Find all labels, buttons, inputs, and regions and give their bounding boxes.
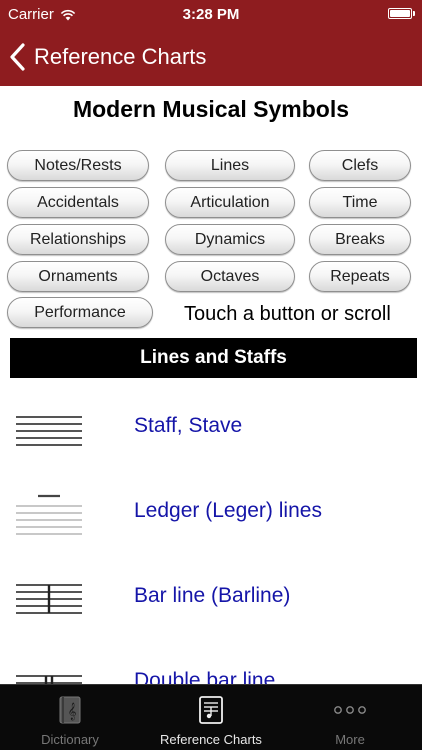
octaves-button[interactable]: Octaves bbox=[165, 261, 295, 292]
symbol-label: Double bar line bbox=[134, 668, 276, 685]
symbol-row-bar-line[interactable]: Bar line (Barline) bbox=[0, 553, 422, 638]
more-dots-icon bbox=[334, 706, 366, 714]
page-title: Modern Musical Symbols bbox=[72, 96, 350, 122]
bar-line-icon bbox=[16, 584, 82, 614]
repeats-button[interactable]: Repeats bbox=[309, 261, 411, 292]
dynamics-button[interactable]: Dynamics bbox=[165, 224, 295, 255]
svg-text:𝄞: 𝄞 bbox=[68, 702, 77, 720]
articulation-button[interactable]: Articulation bbox=[165, 187, 295, 218]
tab-label: Dictionary bbox=[41, 732, 99, 747]
tab-dictionary[interactable]: 𝄞 Dictionary bbox=[20, 685, 120, 751]
symbol-row-staff[interactable]: Staff, Stave bbox=[0, 383, 422, 468]
reference-charts-icon bbox=[199, 696, 223, 724]
navigation-bar: Reference Charts bbox=[0, 30, 422, 86]
status-time: 3:28 PM bbox=[182, 6, 240, 23]
tab-reference-charts[interactable]: Reference Charts bbox=[150, 685, 272, 751]
back-button[interactable]: Reference Charts bbox=[8, 39, 206, 75]
notes-rests-button[interactable]: Notes/Rests bbox=[7, 150, 149, 181]
tab-label: Reference Charts bbox=[160, 732, 262, 747]
clefs-button[interactable]: Clefs bbox=[309, 150, 411, 181]
dictionary-book-icon: 𝄞 bbox=[59, 696, 81, 724]
symbol-row-double-bar-line[interactable]: Double bar line bbox=[0, 638, 422, 684]
battery-icon bbox=[388, 8, 415, 19]
instruction-text: Touch a button or scroll bbox=[184, 303, 391, 325]
symbol-label: Bar line (Barline) bbox=[134, 583, 291, 607]
time-button[interactable]: Time bbox=[309, 187, 411, 218]
symbol-label: Staff, Stave bbox=[134, 413, 243, 437]
back-button-label: Reference Charts bbox=[34, 44, 207, 69]
tab-label: More bbox=[335, 732, 365, 747]
content-area[interactable]: Modern Musical Symbols Notes/Rests Lines… bbox=[0, 86, 422, 684]
section-title: Lines and Staffs bbox=[140, 347, 287, 368]
section-header: Lines and Staffs bbox=[10, 338, 417, 378]
breaks-button[interactable]: Breaks bbox=[309, 224, 411, 255]
chevron-left-icon bbox=[10, 43, 25, 71]
performance-button[interactable]: Performance bbox=[7, 297, 153, 328]
double-bar-line-icon bbox=[16, 675, 82, 684]
ledger-lines-icon bbox=[16, 494, 82, 535]
ornaments-button[interactable]: Ornaments bbox=[7, 261, 149, 292]
accidentals-button[interactable]: Accidentals bbox=[7, 187, 149, 218]
staff-icon bbox=[16, 416, 82, 446]
symbol-label: Ledger (Leger) lines bbox=[134, 498, 322, 522]
status-bar: Carrier 3:28 PM bbox=[0, 0, 422, 30]
symbol-row-ledger-lines[interactable]: Ledger (Leger) lines bbox=[0, 468, 422, 553]
relationships-button[interactable]: Relationships bbox=[7, 224, 149, 255]
lines-button[interactable]: Lines bbox=[165, 150, 295, 181]
tab-more[interactable]: More bbox=[300, 685, 400, 751]
tab-bar: 𝄞 Dictionary Reference Charts More bbox=[0, 684, 422, 750]
